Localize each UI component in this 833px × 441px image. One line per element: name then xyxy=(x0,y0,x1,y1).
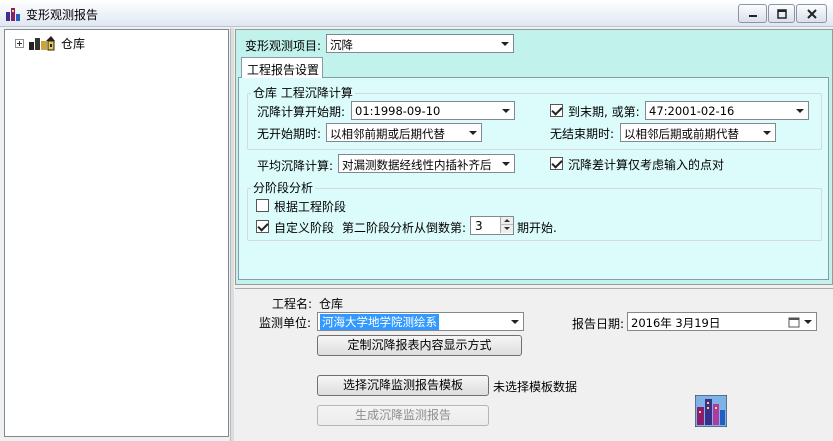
no-end-value: 以相邻后期或前期代替 xyxy=(624,127,739,141)
no-start-label: 无开始期时: xyxy=(257,127,322,141)
app-icon xyxy=(6,8,20,21)
city-report-icon[interactable] xyxy=(695,395,727,427)
second-stage-stepper[interactable]: 3 xyxy=(470,216,514,235)
minimize-icon xyxy=(748,14,757,17)
select-template-button[interactable]: 选择沉降监测报告模板 xyxy=(317,375,489,396)
chevron-down-icon xyxy=(763,131,771,135)
project-name-value: 仓库 xyxy=(319,297,344,311)
no-end-select[interactable]: 以相邻后期或前期代替 xyxy=(620,123,776,142)
second-stage-value: 3 xyxy=(475,219,483,233)
project-tree[interactable]: 仓库 xyxy=(4,29,229,437)
monitor-unit-label: 监测单位: xyxy=(259,316,312,330)
pair-diff-label: 沉降差计算仅考虑输入的点对 xyxy=(568,158,725,172)
start-period-select[interactable]: 01:1998-09-10 xyxy=(351,101,515,120)
calc-group-title: 仓库 工程沉降计算 xyxy=(251,84,355,101)
avg-calc-select[interactable]: 对漏测数据经线性内插补齐后 xyxy=(338,154,515,173)
project-select[interactable]: 沉降 xyxy=(326,34,514,53)
pair-diff-checkbox[interactable] xyxy=(550,157,563,170)
spin-down-icon[interactable] xyxy=(500,225,513,233)
tab-report-settings[interactable]: 工程报告设置 xyxy=(241,57,323,78)
chevron-down-icon xyxy=(501,42,509,46)
stage-group-title: 分阶段分析 xyxy=(251,179,316,196)
end-period-value: 47:2001-02-16 xyxy=(649,104,735,118)
custom-stage-label: 自定义阶段 xyxy=(274,221,335,235)
report-date-label: 报告日期: xyxy=(572,317,625,331)
no-end-label: 无结束期时: xyxy=(550,127,615,141)
close-button[interactable] xyxy=(796,4,827,23)
customize-report-button[interactable]: 定制沉降报表内容显示方式 xyxy=(317,335,522,356)
chevron-down-icon xyxy=(502,162,510,166)
spin-up-icon[interactable] xyxy=(500,217,513,225)
no-start-value: 以相邻前期或后期代替 xyxy=(330,127,445,141)
report-date-value: 2016年 3月19日 xyxy=(631,316,721,330)
expand-icon[interactable] xyxy=(15,38,24,48)
template-status: 未选择模板数据 xyxy=(493,380,578,394)
chevron-down-icon xyxy=(511,320,519,324)
generate-report-button[interactable]: 生成沉降监测报告 xyxy=(317,405,489,426)
end-period-checkbox[interactable] xyxy=(550,104,563,117)
calendar-icon xyxy=(788,317,800,328)
custom-stage-checkbox[interactable] xyxy=(256,220,269,233)
project-select-value: 沉降 xyxy=(330,38,353,52)
window-title: 变形观测报告 xyxy=(26,8,99,22)
tree-node-warehouse[interactable]: 仓库 xyxy=(15,35,85,51)
minimize-button[interactable] xyxy=(738,4,767,23)
avg-calc-label: 平均沉降计算: xyxy=(257,159,334,173)
by-stage-label: 根据工程阶段 xyxy=(274,200,347,214)
chevron-down-icon xyxy=(796,109,804,113)
maximize-button[interactable] xyxy=(768,4,795,23)
chevron-down-icon xyxy=(804,320,812,324)
chevron-down-icon xyxy=(469,131,477,135)
splitter[interactable] xyxy=(230,28,234,441)
title-bar: 变形观测报告 xyxy=(0,0,833,27)
chevron-down-icon xyxy=(502,109,510,113)
monitor-unit-select[interactable]: 河海大学地学院测绘系 xyxy=(317,312,524,331)
no-start-select[interactable]: 以相邻前期或后期代替 xyxy=(326,123,482,142)
by-stage-checkbox[interactable] xyxy=(256,199,269,212)
buildings-icon xyxy=(29,36,55,51)
project-select-label: 变形观测项目: xyxy=(245,39,322,53)
tree-node-label: 仓库 xyxy=(61,36,86,51)
project-name-label: 工程名: xyxy=(272,297,313,311)
avg-calc-value: 对漏测数据经线性内插补齐后 xyxy=(342,158,492,172)
monitor-unit-value: 河海大学地学院测绘系 xyxy=(320,314,439,330)
end-period-label: 到末期, 或第: xyxy=(568,105,640,119)
period-suffix-label: 期开始. xyxy=(517,221,557,235)
report-date-picker[interactable]: 2016年 3月19日 xyxy=(627,312,817,331)
close-icon xyxy=(806,8,817,19)
second-stage-label: 第二阶段分析从倒数第: xyxy=(342,221,467,235)
tab-label: 工程报告设置 xyxy=(247,63,320,77)
end-period-select[interactable]: 47:2001-02-16 xyxy=(645,101,809,120)
start-period-value: 01:1998-09-10 xyxy=(355,104,441,118)
maximize-icon xyxy=(776,8,787,19)
start-period-label: 沉降计算开始期: xyxy=(257,105,346,119)
